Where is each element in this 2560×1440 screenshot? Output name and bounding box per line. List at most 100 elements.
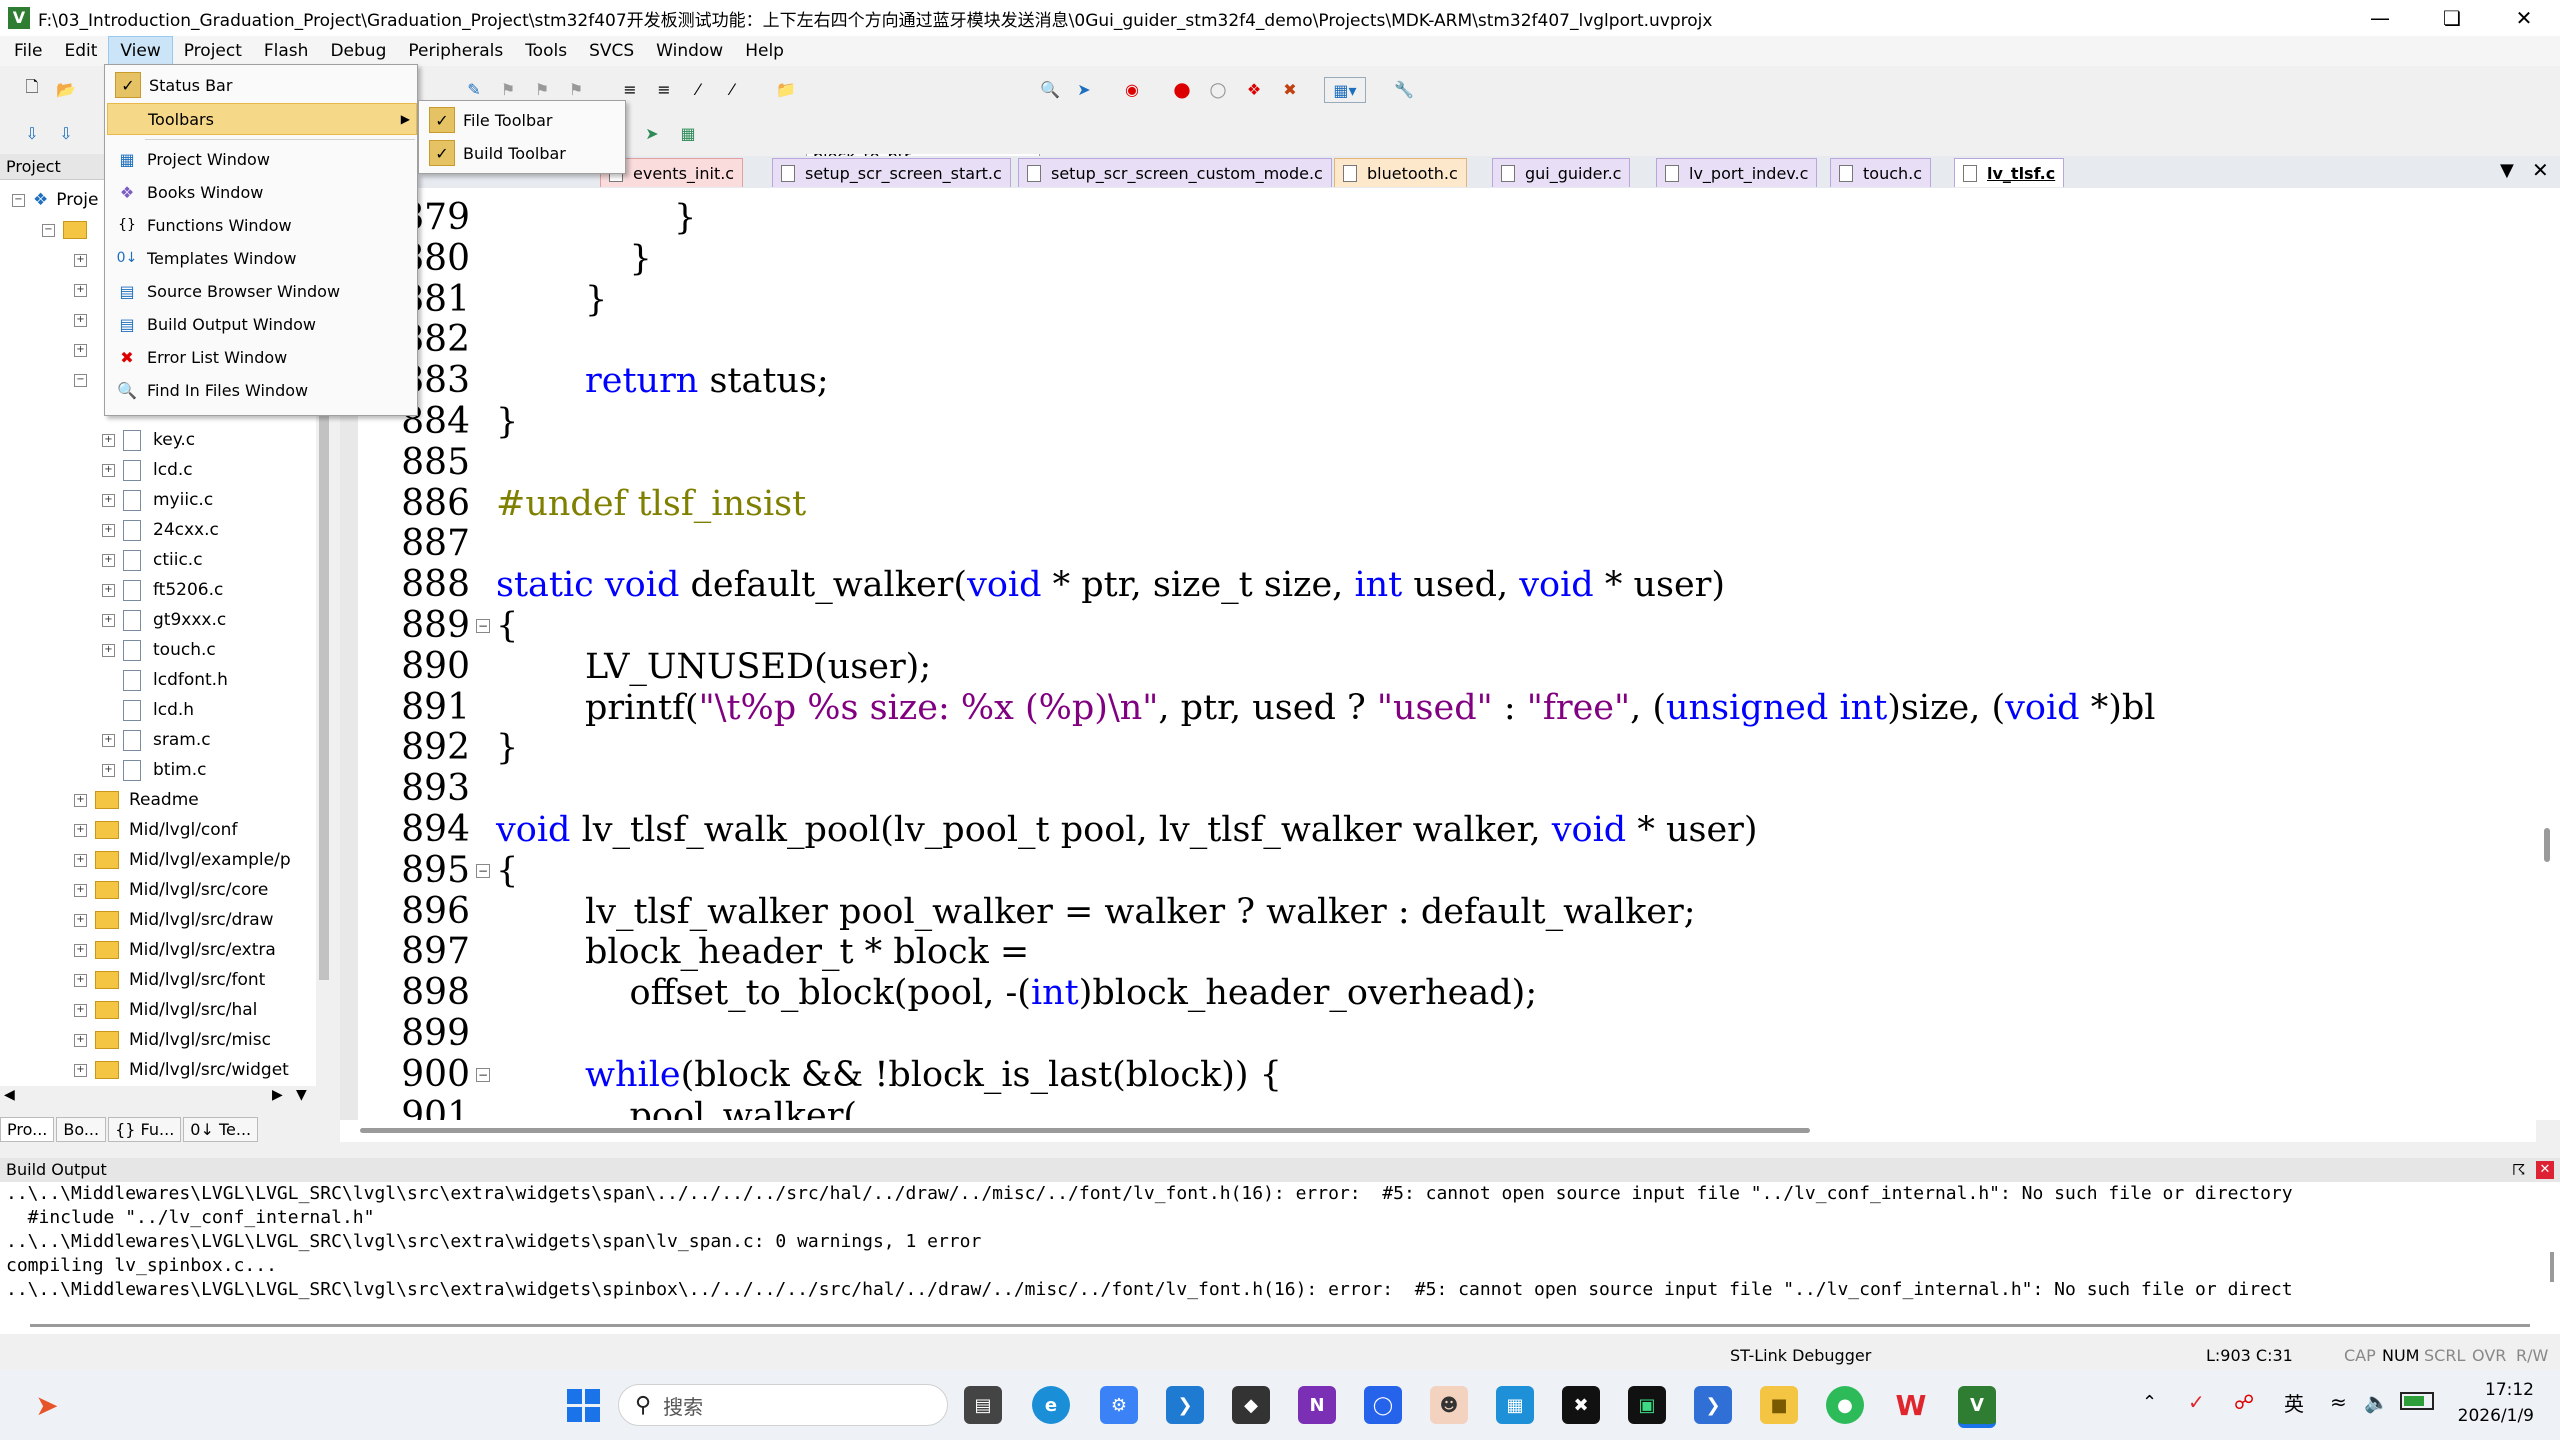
menu-item-build-toolbar[interactable]: ✓ Build Toolbar [421, 138, 623, 168]
tray-security-icon[interactable]: ☍ [2234, 1390, 2254, 1414]
tab-list-chevron-icon[interactable]: ▼ [2500, 160, 2514, 181]
wifi-icon[interactable]: ≈ [2330, 1390, 2347, 1414]
bookmark-icon[interactable]: ⚑ [496, 77, 520, 101]
scroll-right-icon[interactable]: ▶ [272, 1087, 283, 1103]
menu-item-project-window[interactable]: ▦ Project Window [107, 144, 415, 174]
tree-file[interactable]: lcd.h [123, 695, 194, 725]
file-explorer-icon[interactable]: ■ [1760, 1386, 1798, 1424]
widget-logo-icon[interactable]: ➤ [28, 1386, 66, 1424]
edge-browser-icon[interactable]: e [1032, 1386, 1070, 1424]
pack-installer-icon[interactable]: ▦ [676, 121, 700, 145]
close-button[interactable]: ✕ [2488, 0, 2560, 36]
cube-app-icon[interactable]: ◆ [1232, 1386, 1270, 1424]
fold-collapse-icon[interactable]: − [476, 1068, 490, 1082]
expand-icon[interactable]: + [74, 283, 87, 297]
bookmark-next-icon[interactable]: ⚑ [564, 77, 588, 101]
tree-file[interactable]: + touch.c [102, 635, 216, 665]
output-horizontal-scrollbar[interactable] [0, 1316, 2560, 1334]
menu-project[interactable]: Project [173, 37, 253, 65]
tree-group[interactable]: − [74, 365, 95, 395]
menu-item-error-list-window[interactable]: ✖ Error List Window [107, 342, 415, 372]
expand-icon[interactable]: + [102, 643, 115, 657]
indent-icon[interactable]: ≡ [618, 77, 642, 101]
manage-components-icon[interactable]: ➤ [640, 121, 664, 145]
menu-view[interactable]: View [108, 36, 173, 66]
tree-folder[interactable]: + Mid/lvgl/src/extra [74, 935, 276, 965]
tree-folder[interactable]: + Mid/lvgl/src/hal [74, 995, 257, 1025]
tree-group[interactable]: + [74, 335, 95, 365]
close-panel-icon[interactable]: ✕ [2536, 1161, 2554, 1179]
expand-icon[interactable]: + [102, 523, 115, 537]
battery-icon[interactable] [2400, 1392, 2434, 1410]
menu-svcs[interactable]: SVCS [578, 37, 645, 65]
window-layout-icon[interactable]: ▦▾ [1324, 77, 1366, 103]
scroll-thumb[interactable] [360, 1128, 1810, 1133]
scroll-thumb[interactable] [2544, 828, 2550, 862]
expand-icon[interactable]: + [74, 313, 87, 327]
expand-icon[interactable]: + [102, 583, 115, 597]
kill-all-breakpoints-icon[interactable]: ✖ [1278, 77, 1302, 101]
wrench-icon[interactable]: 🔧 [1392, 77, 1416, 101]
tree-folder[interactable]: + Mid/lvgl/src/font [74, 965, 265, 995]
minimize-button[interactable]: — [2344, 0, 2416, 36]
clock-time[interactable]: 17:12 [2472, 1380, 2534, 1400]
tree-file[interactable]: + myiic.c [102, 485, 213, 515]
tree-target[interactable]: − [42, 215, 97, 245]
clock-date[interactable]: 2026/1/9 [2442, 1406, 2534, 1426]
expand-icon[interactable]: + [102, 613, 115, 627]
menu-item-file-toolbar[interactable]: ✓ File Toolbar [421, 105, 623, 135]
menu-file[interactable]: File [0, 37, 53, 65]
taskbar-search[interactable]: ⚲ 搜索 [618, 1384, 948, 1426]
expand-icon[interactable]: + [102, 763, 115, 777]
wechat-icon[interactable]: ● [1826, 1386, 1864, 1424]
scroll-down-icon[interactable]: ▼ [296, 1087, 307, 1103]
new-file-icon[interactable]: 🗋 [20, 77, 44, 101]
menu-tools[interactable]: Tools [514, 37, 578, 65]
tree-folder[interactable]: + Mid/lvgl/example/p [74, 845, 291, 875]
menu-item-templates-window[interactable]: 0↓ Templates Window [107, 243, 415, 273]
vscode-icon[interactable]: ❯ [1166, 1386, 1204, 1424]
expand-icon[interactable]: + [74, 1063, 87, 1077]
task-view-icon[interactable]: ▤ [964, 1386, 1002, 1424]
find-icon[interactable]: ✎ [462, 77, 486, 101]
tree-folder[interactable]: + Readme [74, 785, 199, 815]
translate-icon[interactable]: ⇩ [20, 121, 44, 145]
menu-item-build-output-window[interactable]: ▤ Build Output Window [107, 309, 415, 339]
editor-vertical-scrollbar[interactable] [2536, 188, 2560, 1120]
editor-horizontal-scrollbar[interactable] [340, 1120, 2536, 1142]
tab-project[interactable]: Pro... [0, 1116, 55, 1142]
desktop-app-icon[interactable]: ▦ [1496, 1386, 1534, 1424]
menu-item-books-window[interactable]: ❖ Books Window [107, 177, 415, 207]
volume-icon[interactable]: 🔈 [2364, 1390, 2389, 1414]
tree-file[interactable]: lcdfont.h [123, 665, 228, 695]
scroll-thumb[interactable] [30, 1324, 2530, 1327]
project-horizontal-scrollbar[interactable]: ◀ ▶ ▼ [0, 1086, 316, 1106]
expand-icon[interactable]: + [74, 1003, 87, 1017]
expand-icon[interactable]: + [102, 463, 115, 477]
menu-edit[interactable]: Edit [53, 37, 108, 65]
menu-item-source-browser-window[interactable]: ▤ Source Browser Window [107, 276, 415, 306]
collapse-icon[interactable]: − [42, 223, 55, 237]
expand-icon[interactable]: + [74, 943, 87, 957]
tree-file[interactable]: + lcd.c [102, 455, 193, 485]
tree-group[interactable]: + [74, 305, 95, 335]
expand-icon[interactable]: + [74, 793, 87, 807]
tree-file[interactable]: + key.c [102, 425, 195, 455]
build-icon[interactable]: ⇩ [54, 121, 78, 145]
fold-collapse-icon[interactable]: − [476, 864, 490, 878]
expand-icon[interactable]: + [74, 853, 87, 867]
tree-folder[interactable]: + Mid/lvgl/src/core [74, 875, 268, 905]
breakpoint-icon[interactable]: ● [1170, 77, 1194, 101]
uncomment-icon[interactable]: ⁄ [720, 77, 744, 101]
tree-folder[interactable]: + Mid/lvgl/src/draw [74, 905, 274, 935]
tree-file[interactable]: + ft5206.c [102, 575, 223, 605]
editor-tab[interactable]: gui_guider.c [1492, 158, 1631, 187]
windows-start-icon[interactable] [564, 1386, 602, 1424]
tree-file[interactable]: + gt9xxx.c [102, 605, 226, 635]
tab-functions[interactable]: {} Fu... [108, 1116, 182, 1142]
expand-icon[interactable]: + [74, 823, 87, 837]
tab-templates[interactable]: 0↓ Te... [183, 1116, 259, 1142]
tree-group[interactable]: + [74, 245, 95, 275]
expand-icon[interactable]: + [74, 973, 87, 987]
browse-icon[interactable]: ➤ [1072, 77, 1096, 101]
